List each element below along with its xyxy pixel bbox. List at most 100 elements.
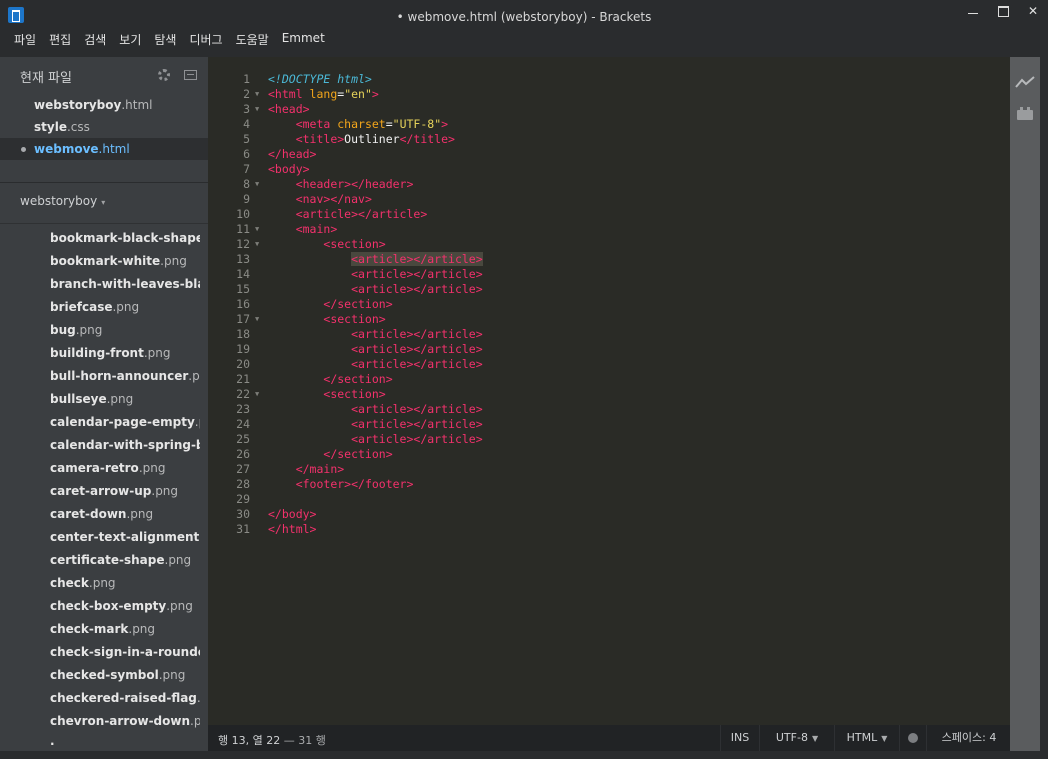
file-tree-item[interactable]: camera-retro.png: [0, 457, 200, 480]
code-line[interactable]: </section>: [268, 372, 1010, 387]
code-line[interactable]: </section>: [268, 297, 1010, 312]
live-preview-icon[interactable]: [1015, 75, 1035, 89]
file-tree-item[interactable]: bookmark-black-shape.png: [0, 227, 200, 250]
code-line[interactable]: <header></header>: [268, 177, 1010, 192]
fold-arrow-icon[interactable]: ▼: [255, 237, 259, 252]
file-tree-item[interactable]: caret-down.png: [0, 503, 200, 526]
fold-arrow-icon[interactable]: ▼: [255, 177, 259, 192]
file-tree-item[interactable]: check-box-empty.png: [0, 595, 200, 618]
indent-settings[interactable]: 스페이스: 4: [926, 725, 1011, 751]
file-tree-item[interactable]: center-text-alignment.png: [0, 526, 200, 549]
fold-arrow-icon[interactable]: ▼: [255, 102, 259, 117]
code-line[interactable]: </html>: [268, 522, 1010, 537]
code-line[interactable]: <nav></nav>: [268, 192, 1010, 207]
menu-edit[interactable]: 편집: [43, 31, 77, 48]
file-extension: .png: [158, 668, 186, 682]
file-tree-item[interactable]: check-mark.png: [0, 618, 200, 641]
code-line[interactable]: <section>: [268, 237, 1010, 252]
code-line[interactable]: <main>: [268, 222, 1010, 237]
file-name: webstoryboy: [34, 98, 122, 112]
code-line[interactable]: <article></article>: [268, 432, 1010, 447]
file-tree-item[interactable]: bug.png: [0, 319, 200, 342]
code-line[interactable]: <article></article>: [268, 207, 1010, 222]
maximize-button[interactable]: [988, 0, 1018, 22]
encoding-select[interactable]: UTF-8 ▼: [759, 725, 834, 751]
file-tree-item[interactable]: caret-arrow-up.png: [0, 480, 200, 503]
menu-find[interactable]: 검색: [78, 31, 112, 48]
split-view-icon[interactable]: [184, 70, 197, 80]
fold-arrow-icon[interactable]: ▼: [255, 87, 259, 102]
code-line[interactable]: [268, 492, 1010, 507]
linter-status[interactable]: [899, 725, 926, 751]
file-tree-item[interactable]: checkered-raised-flag.png: [0, 687, 200, 710]
code-token: <article></article>: [351, 252, 483, 266]
file-tree-item[interactable]: ·: [0, 733, 200, 747]
code-line[interactable]: <meta charset="UTF-8">: [268, 117, 1010, 132]
code-area[interactable]: <!DOCTYPE html> <html lang="en"> <head> <m…: [268, 72, 1010, 537]
code-line[interactable]: </body>: [268, 507, 1010, 522]
project-dropdown[interactable]: webstoryboy ▾: [20, 194, 105, 208]
code-line[interactable]: <section>: [268, 312, 1010, 327]
file-tree-item[interactable]: bullseye.png: [0, 388, 200, 411]
menu-help[interactable]: 도움말: [230, 31, 275, 48]
file-name: bookmark-white: [50, 254, 161, 268]
file-tree-item[interactable]: calendar-page-empty.png: [0, 411, 200, 434]
language-select[interactable]: HTML ▼: [834, 725, 899, 751]
gear-icon[interactable]: [158, 69, 170, 81]
line-number: 1: [243, 72, 250, 86]
menu-file[interactable]: 파일: [8, 31, 42, 48]
code-line[interactable]: <article></article>: [268, 402, 1010, 417]
insert-mode-toggle[interactable]: INS: [720, 725, 759, 751]
working-file-item[interactable]: webstoryboy.html: [0, 94, 208, 116]
code-line[interactable]: </section>: [268, 447, 1010, 462]
menu-view[interactable]: 보기: [113, 31, 147, 48]
file-tree-item[interactable]: calendar-with-spring-binde: [0, 434, 200, 457]
file-tree-item[interactable]: checked-symbol.png: [0, 664, 200, 687]
file-tree-item[interactable]: chevron-arrow-down.png: [0, 710, 200, 733]
file-tree-item[interactable]: certificate-shape.png: [0, 549, 200, 572]
file-tree-item[interactable]: briefcase.png: [0, 296, 200, 319]
fold-arrow-icon[interactable]: ▼: [255, 312, 259, 327]
code-line[interactable]: <footer></footer>: [268, 477, 1010, 492]
code-line[interactable]: <section>: [268, 387, 1010, 402]
file-tree-item[interactable]: check.png: [0, 572, 200, 595]
file-tree-item[interactable]: bookmark-white.png: [0, 250, 200, 273]
code-editor[interactable]: 1 2 ▼ 3 ▼ 4 5 6 7 8 ▼ 9 10 11 ▼ 12 ▼ 13 14 15 16 17 ▼ 18 19 20 21 2…: [208, 57, 1010, 725]
code-line[interactable]: <article></article>: [268, 357, 1010, 372]
code-line[interactable]: </main>: [268, 462, 1010, 477]
code-line[interactable]: </head>: [268, 147, 1010, 162]
menu-emmet[interactable]: Emmet: [276, 31, 331, 48]
file-tree-item[interactable]: check-sign-in-a-rounded-bl: [0, 641, 200, 664]
file-tree-item[interactable]: bull-horn-announcer.png: [0, 365, 200, 388]
project-file-tree: bookmark-black-shape.pngbookmark-white.p…: [0, 227, 200, 747]
code-line[interactable]: <html lang="en">: [268, 87, 1010, 102]
file-tree-item[interactable]: building-front.png: [0, 342, 200, 365]
code-line[interactable]: <article></article>: [268, 327, 1010, 342]
code-line[interactable]: <article></article>: [268, 342, 1010, 357]
extension-manager-icon[interactable]: [1017, 107, 1033, 120]
file-tree-item[interactable]: branch-with-leaves-black-s: [0, 273, 200, 296]
code-line[interactable]: <title>Outliner</title>: [268, 132, 1010, 147]
main-toolbar: [1010, 57, 1040, 751]
code-line[interactable]: <body>: [268, 162, 1010, 177]
code-line[interactable]: <article></article>: [268, 282, 1010, 297]
code-line[interactable]: <article></article>: [268, 417, 1010, 432]
cursor-line-col: 행 13, 열 22: [218, 734, 281, 747]
minimize-button[interactable]: [958, 0, 988, 22]
code-line[interactable]: <article></article>: [268, 267, 1010, 282]
file-extension: .css: [66, 120, 90, 134]
code-line[interactable]: <head>: [268, 102, 1010, 117]
menu-navigate[interactable]: 탐색: [148, 31, 182, 48]
file-name: webmove: [34, 142, 99, 156]
line-number: 2 ▼: [243, 87, 260, 102]
fold-arrow-icon[interactable]: ▼: [255, 387, 259, 402]
close-button[interactable]: ✕: [1018, 0, 1048, 22]
code-line[interactable]: <article></article>: [268, 252, 1010, 267]
scrollbar[interactable]: [1040, 57, 1048, 751]
working-file-item[interactable]: style.css: [0, 116, 208, 138]
code-line[interactable]: <!DOCTYPE html>: [268, 72, 1010, 87]
menu-debug[interactable]: 디버그: [183, 31, 228, 48]
fold-arrow-icon[interactable]: ▼: [255, 222, 259, 237]
working-file-item[interactable]: webmove.html: [0, 138, 208, 160]
